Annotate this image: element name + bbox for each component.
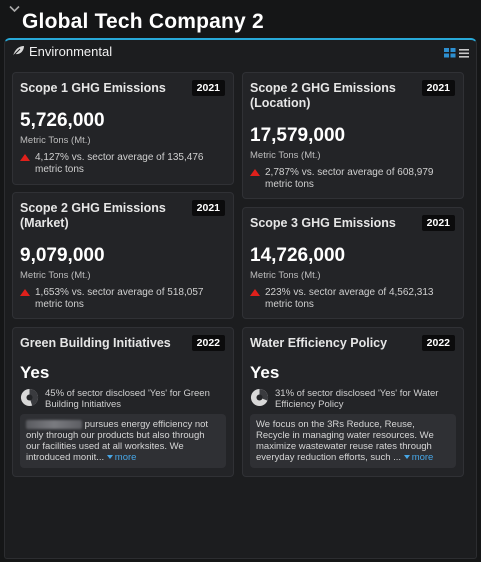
triangle-up-icon — [20, 289, 30, 296]
scope2-location-card: Scope 2 GHG Emissions (Location) 2021 17… — [242, 72, 464, 199]
metric-value: 9,079,000 — [20, 245, 105, 266]
caret-down-icon — [403, 455, 410, 460]
pie-center — [26, 394, 33, 401]
disclosure-text: 45% of sector disclosed 'Yes' for Green … — [45, 388, 210, 410]
card-title: Scope 3 GHG Emissions — [250, 216, 396, 230]
triangle-up-icon — [250, 169, 260, 176]
disclosure-text: 31% of sector disclosed 'Yes' for Water … — [275, 388, 439, 410]
scope1-card: Scope 1 GHG Emissions 2021 5,726,000 Met… — [12, 72, 234, 185]
environmental-panel: Environmental Scope 1 GHG Emissions 2021… — [4, 38, 477, 559]
more-link[interactable]: more — [403, 452, 434, 463]
water-efficiency-card: Water Efficiency Policy 2022 Yes 31% of … — [242, 327, 464, 477]
leaf-icon — [12, 45, 25, 57]
sector-comparison: 1,653% vs. sector average of 518,057 met… — [20, 287, 225, 311]
caret-down-icon — [106, 455, 113, 460]
grid-view-icon[interactable] — [444, 45, 456, 63]
policy-value: Yes — [250, 363, 280, 382]
comparison-text: 4,127% vs. sector average of 135,476 met… — [35, 152, 204, 175]
year-badge: 2021 — [421, 80, 455, 96]
pie-chart-icon — [250, 388, 269, 407]
chevron-down-icon[interactable] — [7, 3, 21, 15]
more-link[interactable]: more — [106, 452, 137, 463]
year-badge: 2022 — [421, 335, 455, 351]
card-title: Green Building Initiatives — [20, 336, 171, 350]
sector-comparison: 4,127% vs. sector average of 135,476 met… — [20, 152, 225, 176]
metric-unit: Metric Tons (Mt.) — [20, 270, 91, 281]
sector-disclosure: 31% of sector disclosed 'Yes' for Water … — [250, 388, 455, 410]
pie-center — [256, 394, 263, 401]
year-badge: 2022 — [191, 335, 225, 351]
card-title: Scope 2 GHG Emissions (Location) — [250, 81, 396, 110]
more-label[interactable]: more — [412, 452, 434, 463]
year-badge: 2021 — [191, 200, 225, 216]
company-title: Global Tech Company 2 — [22, 10, 264, 33]
description-box: We focus on the 3Rs Reduce, Reuse, Recyc… — [250, 414, 456, 468]
pie-chart-icon — [20, 388, 39, 407]
comparison-text: 2,787% vs. sector average of 608,979 met… — [265, 167, 434, 190]
sector-comparison: 2,787% vs. sector average of 608,979 met… — [250, 167, 455, 191]
triangle-up-icon — [250, 289, 260, 296]
metric-unit: Metric Tons (Mt.) — [250, 270, 321, 281]
card-title: Scope 2 GHG Emissions (Market) — [20, 201, 166, 230]
triangle-up-icon — [20, 154, 30, 161]
panel-title: Environmental — [29, 43, 113, 59]
list-view-icon[interactable] — [459, 45, 469, 63]
sector-comparison: 223% vs. sector average of 4,562,313 met… — [250, 287, 455, 311]
scope2-market-card: Scope 2 GHG Emissions (Market) 2021 9,07… — [12, 192, 234, 319]
metric-value: 17,579,000 — [250, 125, 346, 146]
redacted-company-name — [26, 419, 82, 429]
year-badge: 2021 — [421, 215, 455, 231]
scope3-card: Scope 3 GHG Emissions 2021 14,726,000 Me… — [242, 207, 464, 319]
sector-disclosure: 45% of sector disclosed 'Yes' for Green … — [20, 388, 225, 410]
description-box: pursues energy efficiency not only throu… — [20, 414, 226, 468]
comparison-text: 1,653% vs. sector average of 518,057 met… — [35, 287, 204, 310]
more-label[interactable]: more — [115, 452, 137, 463]
metric-unit: Metric Tons (Mt.) — [250, 150, 321, 161]
metric-unit: Metric Tons (Mt.) — [20, 135, 91, 146]
panel-header: Environmental — [5, 40, 476, 62]
year-badge: 2021 — [191, 80, 225, 96]
policy-value: Yes — [20, 363, 50, 382]
metric-value: 14,726,000 — [250, 245, 346, 266]
card-title: Scope 1 GHG Emissions — [20, 81, 166, 95]
view-toggles — [444, 45, 469, 63]
card-title: Water Efficiency Policy — [250, 336, 388, 350]
green-building-card: Green Building Initiatives 2022 Yes 45% … — [12, 327, 234, 477]
metric-value: 5,726,000 — [20, 110, 105, 131]
comparison-text: 223% vs. sector average of 4,562,313 met… — [265, 287, 434, 310]
